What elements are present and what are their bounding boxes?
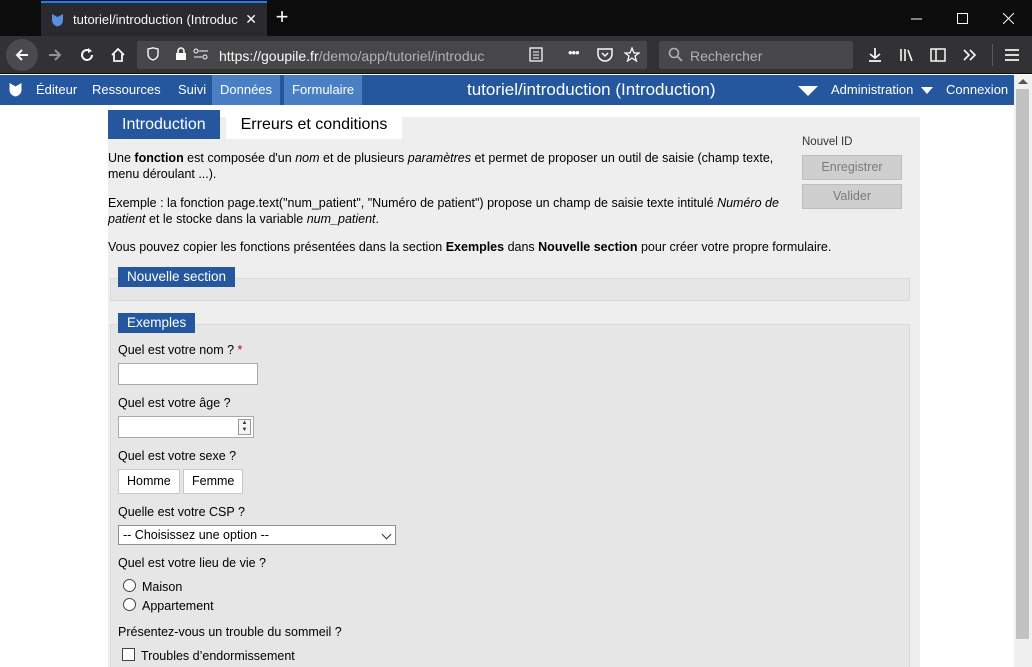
age-input[interactable]: ▲ ▼ xyxy=(118,416,254,438)
age-question: Quel est votre âge ? xyxy=(118,396,231,410)
record-side-panel: Nouvel ID Enregistrer Valider xyxy=(802,136,902,209)
url-bar[interactable]: https://goupile.fr/demo/app/tutoriel/int… xyxy=(137,41,647,69)
forward-icon[interactable] xyxy=(40,40,70,70)
tab-erreurs-conditions[interactable]: Erreurs et conditions xyxy=(225,110,403,139)
sex-option-femme[interactable]: Femme xyxy=(183,469,244,494)
overflow-chevrons-icon[interactable] xyxy=(955,40,985,70)
csp-question: Quelle est votre CSP ? xyxy=(118,505,245,519)
browser-tab[interactable]: tutoriel/introduction (Introduct ✕ xyxy=(41,1,267,36)
menu-donnees[interactable]: Données xyxy=(212,75,281,105)
tab-introduction[interactable]: Introduction xyxy=(108,110,220,139)
checkbox-endormissement-label[interactable]: Troubles d’endormissement xyxy=(141,649,295,663)
lock-icon[interactable] xyxy=(175,47,187,64)
intro-paragraph-3: Vous pouvez copier les fonctions présent… xyxy=(108,240,832,254)
search-icon xyxy=(668,47,683,65)
browser-navbar: https://goupile.fr/demo/app/tutoriel/int… xyxy=(0,36,1032,74)
page-tabs: Introduction Erreurs et conditions xyxy=(108,110,403,139)
required-mark: * xyxy=(237,343,243,357)
menu-ressources[interactable]: Ressources xyxy=(92,75,161,105)
page-dropdown-icon[interactable] xyxy=(798,75,818,105)
downloads-icon[interactable] xyxy=(860,40,890,70)
tab-close-icon[interactable]: ✕ xyxy=(245,11,257,28)
sidebar-icon[interactable] xyxy=(923,40,953,70)
radio-maison-label[interactable]: Maison xyxy=(142,580,182,594)
menu-editeur[interactable]: Éditeur xyxy=(36,75,77,105)
back-icon[interactable] xyxy=(6,39,38,71)
menu-formulaire[interactable]: Formulaire xyxy=(284,75,363,105)
scroll-up-icon[interactable] xyxy=(1018,79,1028,84)
new-id-label: Nouvel ID xyxy=(802,136,853,148)
page-scrollbar[interactable] xyxy=(1014,75,1032,667)
name-input[interactable] xyxy=(118,363,258,385)
bookmark-star-icon[interactable] xyxy=(623,46,641,65)
pocket-icon[interactable] xyxy=(597,47,613,65)
radio-maison[interactable] xyxy=(123,579,136,592)
reader-view-icon[interactable] xyxy=(529,47,543,65)
save-button[interactable]: Enregistrer xyxy=(802,155,902,180)
hamburger-menu-icon[interactable] xyxy=(997,40,1027,70)
home-icon[interactable] xyxy=(103,40,133,70)
new-tab-icon[interactable]: + xyxy=(271,4,293,30)
library-icon[interactable] xyxy=(892,40,922,70)
minimize-icon[interactable] xyxy=(893,0,939,36)
app-menu-bar: Éditeur Ressources Suivi Données Formula… xyxy=(0,75,1014,105)
app-title[interactable]: tutoriel/introduction (Introduction) xyxy=(467,75,716,105)
name-question: Quel est votre nom ? * xyxy=(118,343,243,357)
administration-label: Administration xyxy=(831,82,914,97)
radio-appartement[interactable] xyxy=(123,598,136,611)
checkbox-endormissement[interactable] xyxy=(122,648,135,661)
menu-connexion[interactable]: Connexion xyxy=(946,75,1008,105)
menu-administration[interactable]: Administration xyxy=(831,75,933,105)
sleep-question: Présentez-vous un trouble du sommeil ? xyxy=(118,625,342,639)
examples-section-label: Exemples xyxy=(118,313,196,333)
url-text[interactable]: https://goupile.fr/demo/app/tutoriel/int… xyxy=(219,48,519,64)
menu-suivi[interactable]: Suivi xyxy=(178,75,206,105)
reload-icon[interactable] xyxy=(72,40,102,70)
url-host: https://goupile.fr xyxy=(219,48,319,64)
url-path: /demo/app/tutoriel/introduc xyxy=(318,48,485,64)
csp-select[interactable]: -- Choisissez une option -- xyxy=(118,525,396,545)
tab-title: tutoriel/introduction (Introduct xyxy=(73,12,238,27)
radio-appartement-label[interactable]: Appartement xyxy=(142,599,214,613)
permissions-icon[interactable] xyxy=(193,47,209,64)
intro-paragraph-1: Une fonction est composée d'un nom et de… xyxy=(108,151,774,181)
goupile-favicon-icon xyxy=(52,13,63,26)
sex-option-homme[interactable]: Homme xyxy=(118,469,180,494)
browser-titlebar: tutoriel/introduction (Introduct ✕ + xyxy=(0,0,1032,36)
validate-button[interactable]: Valider xyxy=(802,184,902,209)
page-actions-icon[interactable]: ••• xyxy=(568,45,580,60)
chevron-down-icon xyxy=(921,87,933,95)
close-window-icon[interactable] xyxy=(985,0,1031,36)
new-section-label: Nouvelle section xyxy=(118,267,236,287)
sex-question: Quel est votre sexe ? xyxy=(118,449,237,463)
living-question: Quel est votre lieu de vie ? xyxy=(118,556,266,570)
goupile-logo-icon[interactable] xyxy=(9,82,22,100)
search-bar[interactable]: Rechercher xyxy=(659,41,853,69)
shield-icon[interactable] xyxy=(147,47,159,64)
chevron-down-icon xyxy=(381,529,392,540)
intro-paragraph-2: Exemple : la fonction page.text("num_pat… xyxy=(108,196,779,226)
search-placeholder: Rechercher xyxy=(690,48,763,64)
age-stepper[interactable]: ▲ ▼ xyxy=(238,419,251,435)
toolbar-separator xyxy=(992,44,993,66)
csp-selected-value: -- Choisissez une option -- xyxy=(123,528,269,542)
maximize-icon[interactable] xyxy=(939,0,985,36)
scrollbar-thumb[interactable] xyxy=(1016,89,1029,639)
